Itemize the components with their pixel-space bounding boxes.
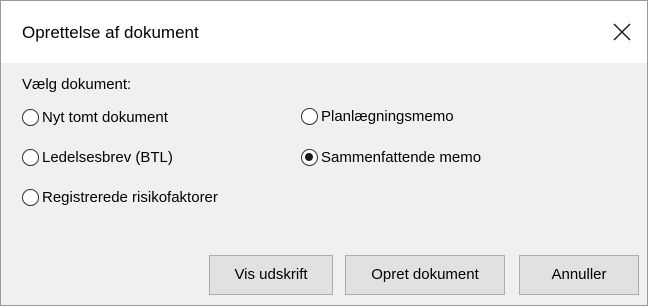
dialog-title: Oprettelse af dokument [22,23,199,42]
section-label: Vælg dokument: [22,76,132,93]
radio-circle[interactable] [22,189,39,206]
radio-circle[interactable] [301,108,318,125]
close-icon [613,23,631,41]
radio-label: Sammenfattende memo [321,149,482,166]
title-bar: Oprettelse af dokument [1,1,647,63]
create-document-dialog: Oprettelse af dokument Vælg dokument: Ny… [0,0,648,306]
radio-label: Nyt tomt dokument [42,109,168,126]
radio-label: Planlægningsmemo [321,108,454,125]
radio-label: Ledelsesbrev (BTL) [42,149,173,166]
radio-circle[interactable] [22,149,39,166]
radio-circle[interactable] [22,109,39,126]
radio-selected-dot [305,153,313,161]
radio-circle-selected[interactable] [301,149,318,166]
create-document-button[interactable]: Opret dokument [345,255,505,295]
preview-button[interactable]: Vis udskrift [209,255,333,295]
radio-label: Registrerede risikofaktorer [42,189,218,206]
cancel-button[interactable]: Annuller [519,255,639,295]
close-button[interactable] [599,9,645,55]
